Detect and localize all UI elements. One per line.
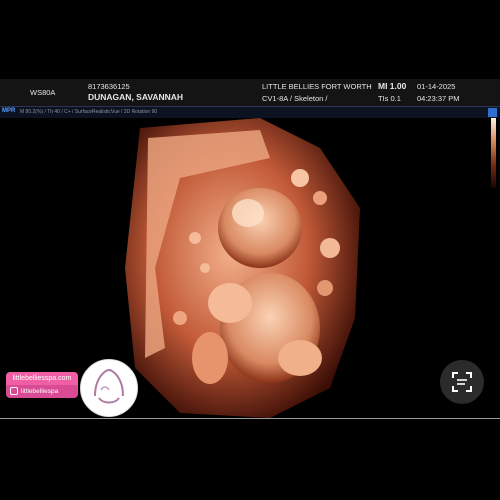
little-bellies-logo-icon	[80, 359, 138, 417]
exam-date: 01-14-2025	[417, 82, 456, 91]
brand-badge: littlebelliesspa.com littlebelliespa	[6, 372, 78, 398]
google-lens-icon[interactable]	[440, 360, 484, 404]
probe-preset: CV1-8A / Skeleton /	[262, 94, 328, 103]
thermal-index: TIs 0.1	[378, 94, 401, 103]
instagram-icon	[10, 387, 18, 396]
patient-id: 8173636125	[88, 82, 130, 91]
render-settings: M 80.2(%) / Th 40 / C+ / SurfaceRealisti…	[20, 109, 158, 115]
fetal-3d-render	[125, 118, 360, 418]
ultrasound-header: WS80A 8173636125 DUNAGAN, SAVANNAH LITTL…	[0, 79, 500, 106]
patient-name: DUNAGAN, SAVANNAH	[88, 92, 184, 102]
instagram-row: littlebelliespa	[6, 385, 78, 398]
viewport-border	[0, 418, 500, 419]
mpr-mode-label[interactable]: MPR	[2, 108, 15, 114]
exam-time: 04:23:37 PM	[417, 94, 460, 103]
view-corner-icon[interactable]	[488, 108, 497, 117]
clinic-name: LITTLE BELLIES FORT WORTH	[262, 82, 372, 91]
instagram-handle: littlebelliespa	[21, 388, 59, 395]
station-label: WS80A	[30, 88, 56, 97]
intensity-colorbar	[491, 118, 496, 188]
website-label: littlebelliesspa.com	[6, 372, 78, 385]
mechanical-index: MI 1.00	[378, 81, 407, 91]
